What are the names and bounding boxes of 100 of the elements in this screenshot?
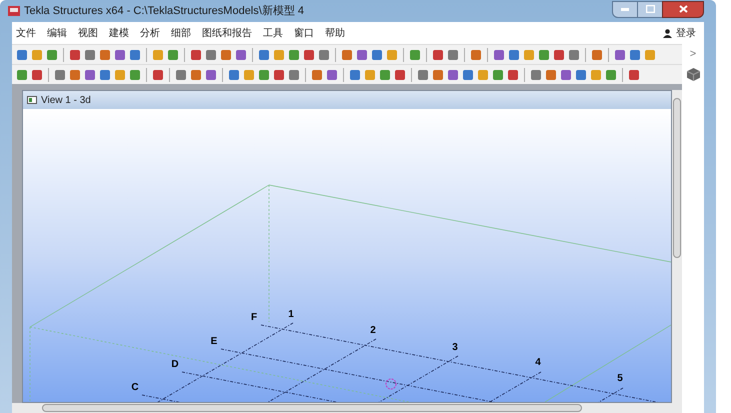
toolbar-icon[interactable] [273,68,285,80]
toolbar-icon[interactable] [258,48,270,60]
toolbar-icon[interactable] [447,68,459,80]
toolbar-icon[interactable] [205,48,217,60]
toolbar-icon[interactable] [417,68,429,80]
toolbar-icon[interactable] [303,48,315,60]
toolbar-icon[interactable] [530,68,542,80]
toolbar-icon[interactable] [99,48,111,60]
toolbar-icon[interactable] [432,48,444,60]
view-title: View 1 - 3d [41,94,91,108]
toolbar-icon[interactable] [228,68,240,80]
toolbar-icon[interactable] [386,48,398,60]
grid-label: F [250,312,258,323]
toolbar-icon[interactable] [54,68,66,80]
toolbar-icon[interactable] [31,68,43,80]
toolbar-icon[interactable] [273,48,285,60]
toolbar-icon[interactable] [235,48,247,60]
toolbar-icon[interactable] [326,68,338,80]
grid-label: 4 [535,357,541,368]
toolbar-icon[interactable] [190,68,202,80]
grid-label: 1 [288,309,294,320]
vertical-scrollbar[interactable] [672,90,682,403]
toolbar-icon[interactable] [220,48,232,60]
toolbar-icon[interactable] [545,68,557,80]
toolbar-icon[interactable] [379,68,391,80]
menu-item[interactable]: 图纸和报告 [202,26,252,40]
menu-item[interactable]: 文件 [16,26,36,40]
toolbar-icon[interactable] [493,48,505,60]
minimize-button[interactable] [612,0,638,18]
toolbar-icon[interactable] [575,68,587,80]
toolbar-icon[interactable] [341,48,353,60]
toolbar-icon[interactable] [129,48,141,60]
maximize-button[interactable] [638,0,662,18]
menu-item[interactable]: 窗口 [294,26,314,40]
toolbar-icon[interactable] [114,48,126,60]
toolbar-icon[interactable] [432,68,444,80]
toolbar-icon[interactable] [243,68,255,80]
toolbar-icon[interactable] [605,68,617,80]
toolbar-icon[interactable] [538,48,550,60]
toolbar-icon[interactable] [167,48,179,60]
toolbar-icon[interactable] [288,48,300,60]
toolbar-icon[interactable] [46,48,58,60]
toolbar-icon[interactable] [69,68,81,80]
toolbar-icon[interactable] [409,48,421,60]
user-icon [663,28,672,38]
toolbar-icon[interactable] [69,48,81,60]
menu-item[interactable]: 分析 [140,26,160,40]
toolbar-icon[interactable] [152,68,164,80]
toolbar-icon[interactable] [175,68,187,80]
menu-item[interactable]: 视图 [78,26,98,40]
toolbar-icon[interactable] [16,48,28,60]
toolbar-icon[interactable] [311,68,323,80]
toolbar-icon[interactable] [84,48,96,60]
toolbar-icon[interactable] [628,68,640,80]
toolbar-icon[interactable] [394,68,406,80]
toolbar-icon[interactable] [152,48,164,60]
toolbar-icon[interactable] [99,68,111,80]
toolbar-icon[interactable] [644,48,656,60]
toolbar-icon[interactable] [591,48,603,60]
login-link[interactable]: 登录 [676,26,696,40]
toolbar-icon[interactable] [356,48,368,60]
toolbar-icon[interactable] [523,48,535,60]
window-title: Tekla Structures x64 - C:\TeklaStructuresModels\新模型 4 [24,4,304,19]
toolbar-icon[interactable] [590,68,602,80]
toolbar-icon[interactable] [288,68,300,80]
toolbar-icon[interactable] [560,68,572,80]
toolbar-icon[interactable] [349,68,361,80]
close-button[interactable] [662,0,704,18]
toolbar-icon[interactable] [553,48,565,60]
toolbar-icon[interactable] [205,68,217,80]
toolbar-icon[interactable] [84,68,96,80]
horizontal-scrollbar[interactable] [12,403,682,413]
toolbar-icon[interactable] [371,48,383,60]
toolbar-icon[interactable] [31,48,43,60]
toolbar-icon[interactable] [16,68,28,80]
toolbar-icon[interactable] [477,68,489,80]
toolbar-icon[interactable] [318,48,330,60]
menu-item[interactable]: 建模 [109,26,129,40]
toolbar-icon[interactable] [364,68,376,80]
toolbar-icon[interactable] [470,48,482,60]
toolbar-icon[interactable] [447,48,459,60]
toolbar-icon[interactable] [114,68,126,80]
toolbar-icon[interactable] [629,48,641,60]
menu-item[interactable]: 编辑 [47,26,67,40]
toolbar-icon[interactable] [508,48,520,60]
toolbar-icon[interactable] [129,68,141,80]
toolbar-icon[interactable] [507,68,519,80]
cube-icon[interactable] [686,68,700,80]
toolbar-icon[interactable] [190,48,202,60]
menu-item[interactable]: 工具 [263,26,283,40]
toolbar-icon[interactable] [258,68,270,80]
menu-item[interactable]: 细部 [171,26,191,40]
toolbar-icon[interactable] [614,48,626,60]
maximize-icon [646,5,654,13]
toolbar-overflow-button[interactable]: > [690,44,696,64]
toolbar-icon[interactable] [568,48,580,60]
menu-item[interactable]: 帮助 [325,26,345,40]
toolbar-icon[interactable] [462,68,474,80]
toolbar-icon[interactable] [492,68,504,80]
grid-label: 2 [370,325,376,336]
